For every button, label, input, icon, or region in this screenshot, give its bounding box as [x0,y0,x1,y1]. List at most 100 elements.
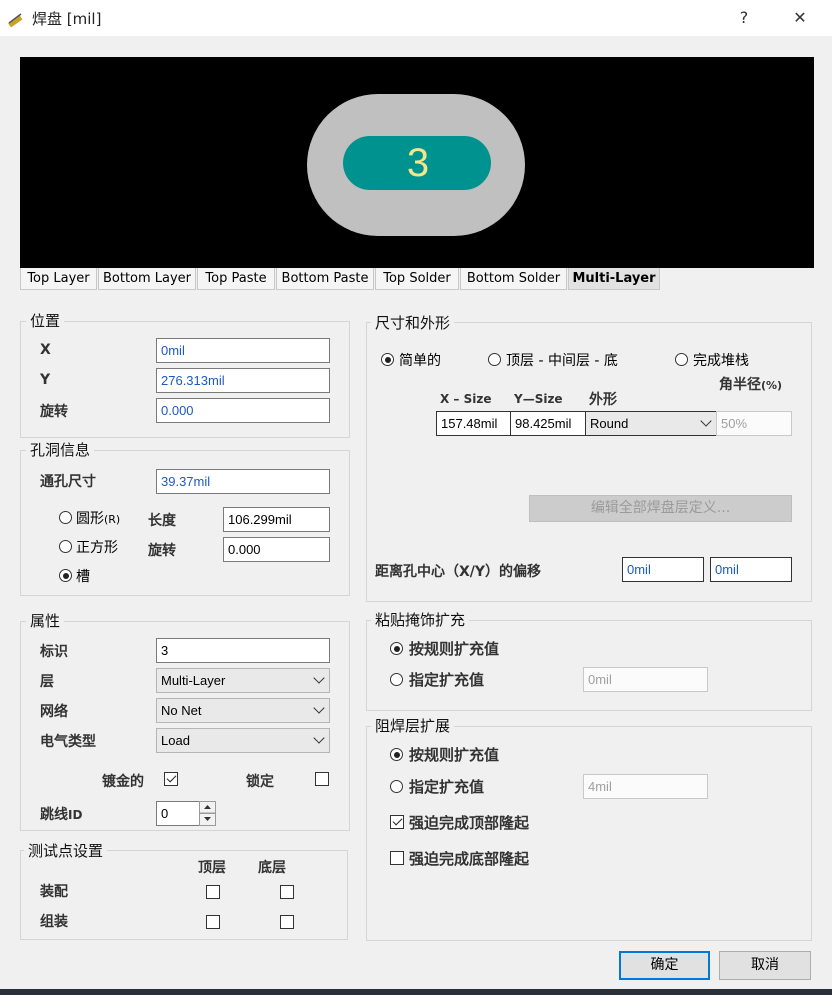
paste-mask-group [366,620,812,711]
window-title: 焊盘 [mil] [32,10,102,28]
electrical-type-label: 电气类型 [40,734,96,750]
offset-y-field[interactable]: 0mil [710,557,792,582]
tab-bottom-layer[interactable]: Bottom Layer [98,268,196,290]
paste-rule-label: 按规则扩充值 [409,640,500,658]
fab-top-checkbox[interactable] [206,885,220,899]
fab-bottom-checkbox[interactable] [280,885,294,899]
simple-radio[interactable] [381,353,394,366]
tab-multi-layer[interactable]: Multi-Layer [568,268,660,290]
jumper-id-suffix: ID [68,808,83,822]
force-top-tenting-label: 强迫完成顶部隆起 [409,814,530,832]
jumper-id-spinner[interactable] [199,801,216,826]
testpoint-bottom-label: 底层 [258,860,286,876]
solder-rule-radio[interactable] [390,748,403,761]
tab-bottom-paste[interactable]: Bottom Paste [276,268,374,290]
chevron-down-icon [313,702,325,714]
jumper-id-field[interactable]: 0 [156,801,200,826]
hole-rotation-field[interactable]: 0.000 [223,537,330,562]
designator-field[interactable]: 3 [156,638,330,663]
top-mid-bottom-label: 顶层 - 中间层 - 底 [506,353,618,369]
slot-length-field[interactable]: 106.299mil [223,507,330,532]
tab-top-paste[interactable]: Top Paste [197,268,275,290]
asm-top-checkbox[interactable] [206,915,220,929]
x-size-label: X – Size [440,392,492,406]
paste-expansion-field[interactable]: 0mil [583,667,708,692]
round-hole-radio[interactable] [59,511,72,524]
designator-label: 标识 [40,644,68,660]
shape-label: 外形 [589,392,617,408]
hole-size-label: 通孔尺寸 [40,474,96,490]
slot-hole-radio[interactable] [59,569,72,582]
paste-mask-title: 粘贴掩饰扩充 [371,609,470,630]
corner-radius-field[interactable]: 50% [716,411,792,436]
shape-select[interactable]: Round [585,411,717,436]
y-label: Y [40,372,51,388]
x-size-field[interactable]: 157.48mil [436,411,511,436]
jumper-label: 跳线 [40,807,68,823]
tab-top-layer[interactable]: Top Layer [20,268,97,290]
square-hole-radio[interactable] [59,540,72,553]
locked-checkbox[interactable] [315,772,329,786]
assembly-label: 组装 [40,914,68,930]
hole-info-title: 孔洞信息 [26,439,95,460]
hole-offset-label: 距离孔中心（X/Y）的偏移 [375,564,542,580]
y-field[interactable]: 276.313mil [156,368,330,393]
solder-rule-label: 按规则扩充值 [409,746,500,764]
testpoint-top-label: 顶层 [198,860,226,876]
rotation-label: 旋转 [40,404,68,420]
force-bottom-tenting-label: 强迫完成底部隆起 [409,850,530,868]
help-button[interactable]: ? [724,4,764,32]
taskbar-strip [0,989,832,995]
plated-checkbox[interactable] [164,772,178,786]
net-label: 网络 [40,704,68,720]
net-select-value: No Net [161,703,202,718]
corner-radius-label: 角半径 [719,377,761,393]
offset-x-field[interactable]: 0mil [622,557,704,582]
asm-bottom-checkbox[interactable] [280,915,294,929]
pad-preview: 3 [20,57,814,268]
paste-specify-radio[interactable] [390,673,403,686]
cancel-button[interactable]: 取消 [719,951,811,980]
close-icon[interactable]: ✕ [780,4,820,32]
net-select[interactable]: No Net [156,698,330,723]
layer-tabs: Top Layer Bottom Layer Top Paste Bottom … [20,268,814,291]
solder-specify-label: 指定扩充值 [409,778,485,796]
locked-label: 锁定 [246,774,274,790]
tab-top-solder[interactable]: Top Solder [375,268,459,290]
top-mid-bottom-radio[interactable] [488,353,501,366]
title-bar: 焊盘 [mil] ? ✕ [0,0,832,36]
tab-bottom-solder[interactable]: Bottom Solder [460,268,567,290]
chevron-down-icon [313,732,325,744]
plated-label: 镀金的 [102,774,144,790]
properties-title: 属性 [26,610,65,631]
layer-label: 层 [40,674,54,690]
full-stack-radio[interactable] [675,353,688,366]
hole-size-field[interactable]: 39.37mil [156,469,330,494]
y-size-field[interactable]: 98.425mil [510,411,586,436]
round-hotkey-label: (R) [104,513,121,526]
full-stack-label: 完成堆栈 [693,353,749,369]
electrical-type-select[interactable]: Load [156,728,330,753]
y-size-label: Y—Size [514,392,563,406]
square-hole-label: 正方形 [76,540,118,556]
x-label: X [40,342,51,358]
edit-all-layers-button[interactable]: 编辑全部焊盘层定义... [529,495,792,522]
rotation-field[interactable]: 0.000 [156,398,330,423]
location-title: 位置 [26,310,65,331]
solder-expansion-field[interactable]: 4mil [583,774,708,799]
testpoint-title: 测试点设置 [24,840,108,861]
layer-select-value: Multi-Layer [161,673,226,688]
chevron-down-icon [313,672,325,684]
ok-button[interactable]: 确定 [619,951,710,980]
paste-rule-radio[interactable] [390,642,403,655]
force-top-tenting-checkbox[interactable] [390,815,404,829]
chevron-down-icon [700,415,712,427]
x-field[interactable]: 0mil [156,338,330,363]
solder-mask-title: 阻焊层扩展 [371,715,455,736]
force-bottom-tenting-checkbox[interactable] [390,851,404,865]
solder-specify-radio[interactable] [390,780,403,793]
slot-hole-label: 槽 [76,569,90,585]
layer-select[interactable]: Multi-Layer [156,668,330,693]
shape-select-value: Round [590,416,629,431]
simple-label: 简单的 [399,353,441,369]
